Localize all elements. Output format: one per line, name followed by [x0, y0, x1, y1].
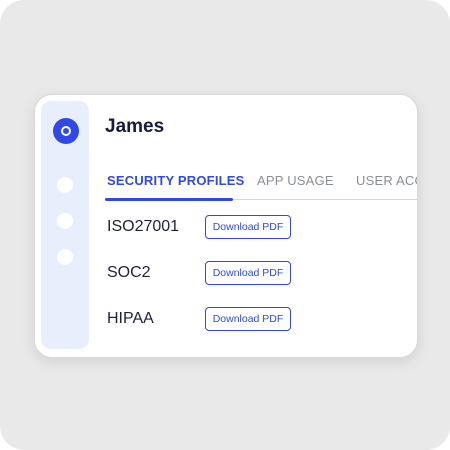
profile-row-hipaa: HIPAA Download PDF [107, 307, 417, 333]
profile-name: HIPAA [107, 310, 154, 327]
user-name-title: James [105, 116, 165, 137]
tab-security-profiles[interactable]: SECURITY PROFILES [107, 173, 245, 188]
target-logo-icon[interactable] [53, 118, 79, 144]
profile-name: SOC2 [107, 264, 151, 281]
profile-row-iso27001: ISO27001 Download PDF [107, 215, 417, 241]
sidebar-item-1-dot-icon[interactable] [57, 177, 73, 193]
profile-card: James SECURITY PROFILES APP USAGE USER A… [34, 94, 418, 358]
download-pdf-button-iso27001[interactable]: Download PDF [205, 215, 291, 239]
active-tab-indicator [105, 198, 233, 201]
tab-app-usage[interactable]: APP USAGE [257, 173, 334, 188]
tab-user-access[interactable]: USER ACC [356, 173, 417, 188]
sidebar [41, 101, 89, 349]
download-pdf-button-soc2[interactable]: Download PDF [205, 261, 291, 285]
download-pdf-button-hipaa[interactable]: Download PDF [205, 307, 291, 331]
tab-bar: SECURITY PROFILES APP USAGE USER ACC [105, 167, 417, 201]
sidebar-item-2-dot-icon[interactable] [57, 213, 73, 229]
profile-row-soc2: SOC2 Download PDF [107, 261, 417, 287]
sidebar-item-3-dot-icon[interactable] [57, 249, 73, 265]
profile-name: ISO27001 [107, 218, 180, 235]
